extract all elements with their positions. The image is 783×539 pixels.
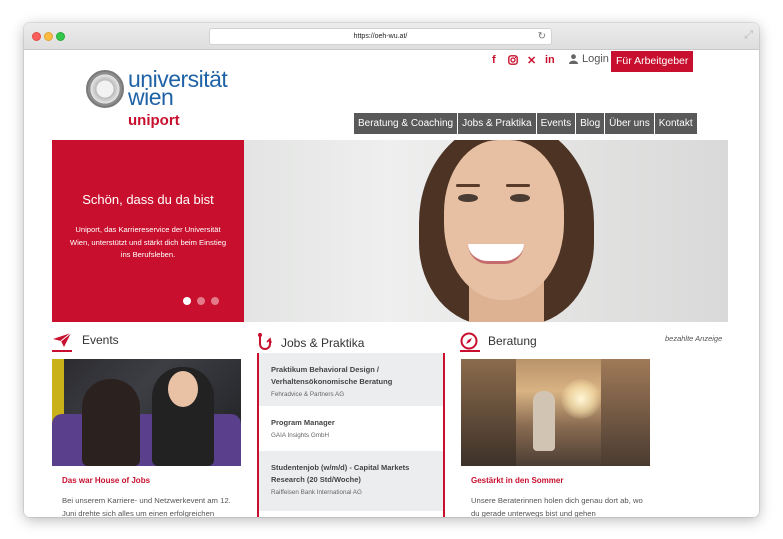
jobs-list: Praktikum Behavioral Design / Verhaltens… bbox=[257, 353, 445, 517]
user-icon bbox=[569, 54, 578, 64]
nav-item-blog[interactable]: Blog bbox=[576, 113, 605, 134]
hero-photo bbox=[244, 140, 728, 322]
events-image[interactable] bbox=[52, 359, 241, 466]
facebook-icon[interactable]: f bbox=[492, 54, 496, 66]
beratung-article-link[interactable]: Gestärkt in den Sommer bbox=[471, 476, 563, 485]
jobs-heading[interactable]: Jobs & Praktika bbox=[256, 332, 364, 354]
hero-text-box: Schön, dass du da bist Uniport, das Karr… bbox=[52, 140, 244, 322]
xing-icon[interactable]: ✕ bbox=[527, 54, 536, 67]
job-company: Fehradvice & Partners AG bbox=[271, 391, 345, 398]
beratung-article-text: Unsere Beraterinnen holen dich genau dor… bbox=[471, 496, 643, 517]
hero-text: Uniport, das Karriereservice der Univers… bbox=[69, 225, 227, 259]
job-title: Praktikum Behavioral Design / Verhaltens… bbox=[271, 365, 393, 386]
events-article-link[interactable]: Das war House of Jobs bbox=[62, 476, 150, 485]
slider-dot-3[interactable] bbox=[211, 297, 219, 305]
slider-dot-2[interactable] bbox=[197, 297, 205, 305]
login-label: Login bbox=[582, 53, 609, 65]
logo-subbrand: uniport bbox=[128, 112, 180, 129]
reload-icon[interactable]: ↻ bbox=[538, 29, 546, 44]
nav-item-kontakt[interactable]: Kontakt bbox=[654, 113, 697, 134]
login-link[interactable]: Login bbox=[569, 53, 609, 65]
address-bar[interactable]: https://oeh-wu.at/ ↻ bbox=[209, 28, 552, 45]
nav-item-beratung-coaching[interactable]: Beratung & Coaching bbox=[354, 113, 458, 134]
job-title: Studentenjob (w/m/d) - Capital Markets R… bbox=[271, 463, 410, 484]
browser-toolbar: https://oeh-wu.at/ ↻ ⤢ bbox=[24, 23, 759, 50]
logo-line2: wien bbox=[128, 84, 174, 110]
slider-dots bbox=[183, 297, 219, 305]
beratung-heading-underline bbox=[460, 350, 480, 352]
job-listing[interactable]: Praktikum Behavioral Design / Verhaltens… bbox=[259, 353, 443, 406]
main-nav: Beratung & Coaching Jobs & Praktika Even… bbox=[354, 113, 698, 134]
job-listing[interactable]: Program Manager GAIA Insights GmbH bbox=[259, 406, 443, 451]
nav-item-events[interactable]: Events bbox=[536, 113, 576, 134]
paper-plane-icon bbox=[53, 332, 72, 347]
url-text: https://oeh-wu.at/ bbox=[353, 33, 408, 40]
job-title: Program Manager bbox=[271, 418, 335, 427]
employer-button[interactable]: Für Arbeitgeber bbox=[611, 51, 694, 72]
compass-icon bbox=[460, 332, 478, 350]
expand-icon[interactable]: ⤢ bbox=[744, 29, 753, 42]
beratung-heading[interactable]: Beratung bbox=[460, 332, 537, 350]
jobs-heading-label: Jobs & Praktika bbox=[281, 336, 365, 350]
nav-item-jobs-praktika[interactable]: Jobs & Praktika bbox=[458, 113, 536, 134]
job-company: Raiffeisen Bank International AG bbox=[271, 489, 362, 496]
instagram-icon[interactable] bbox=[508, 55, 518, 65]
logo[interactable]: universität wien uniport bbox=[86, 68, 276, 130]
close-window-button[interactable] bbox=[32, 32, 41, 41]
hero-slider[interactable]: Schön, dass du da bist Uniport, das Karr… bbox=[52, 140, 728, 322]
beratung-heading-label: Beratung bbox=[488, 334, 537, 348]
browser-window: https://oeh-wu.at/ ↻ ⤢ f ✕ in Login Für … bbox=[24, 23, 759, 517]
university-seal-icon bbox=[86, 70, 124, 108]
job-company: GAIA Insights GmbH bbox=[271, 432, 330, 439]
hook-icon bbox=[258, 333, 272, 350]
job-listing[interactable]: Studentenjob (w/m/d) - Capital Markets R… bbox=[259, 451, 443, 511]
hero-title: Schön, dass du da bist bbox=[82, 192, 214, 207]
nav-item-ueber-uns[interactable]: Über uns bbox=[605, 113, 654, 134]
beratung-image[interactable] bbox=[461, 359, 650, 466]
slider-dot-1[interactable] bbox=[183, 297, 191, 305]
events-heading-label: Events bbox=[82, 333, 119, 347]
events-article-text: Bei unserem Karriere- und Netzwerkevent … bbox=[62, 496, 231, 517]
web-page: f ✕ in Login Für Arbeitgeber universität… bbox=[24, 51, 759, 517]
maximize-window-button[interactable] bbox=[56, 32, 65, 41]
ad-label: bezahlte Anzeige bbox=[665, 334, 723, 343]
events-heading-underline bbox=[52, 350, 72, 352]
minimize-window-button[interactable] bbox=[44, 32, 53, 41]
linkedin-icon[interactable]: in bbox=[545, 54, 555, 66]
events-heading[interactable]: Events bbox=[52, 332, 119, 348]
